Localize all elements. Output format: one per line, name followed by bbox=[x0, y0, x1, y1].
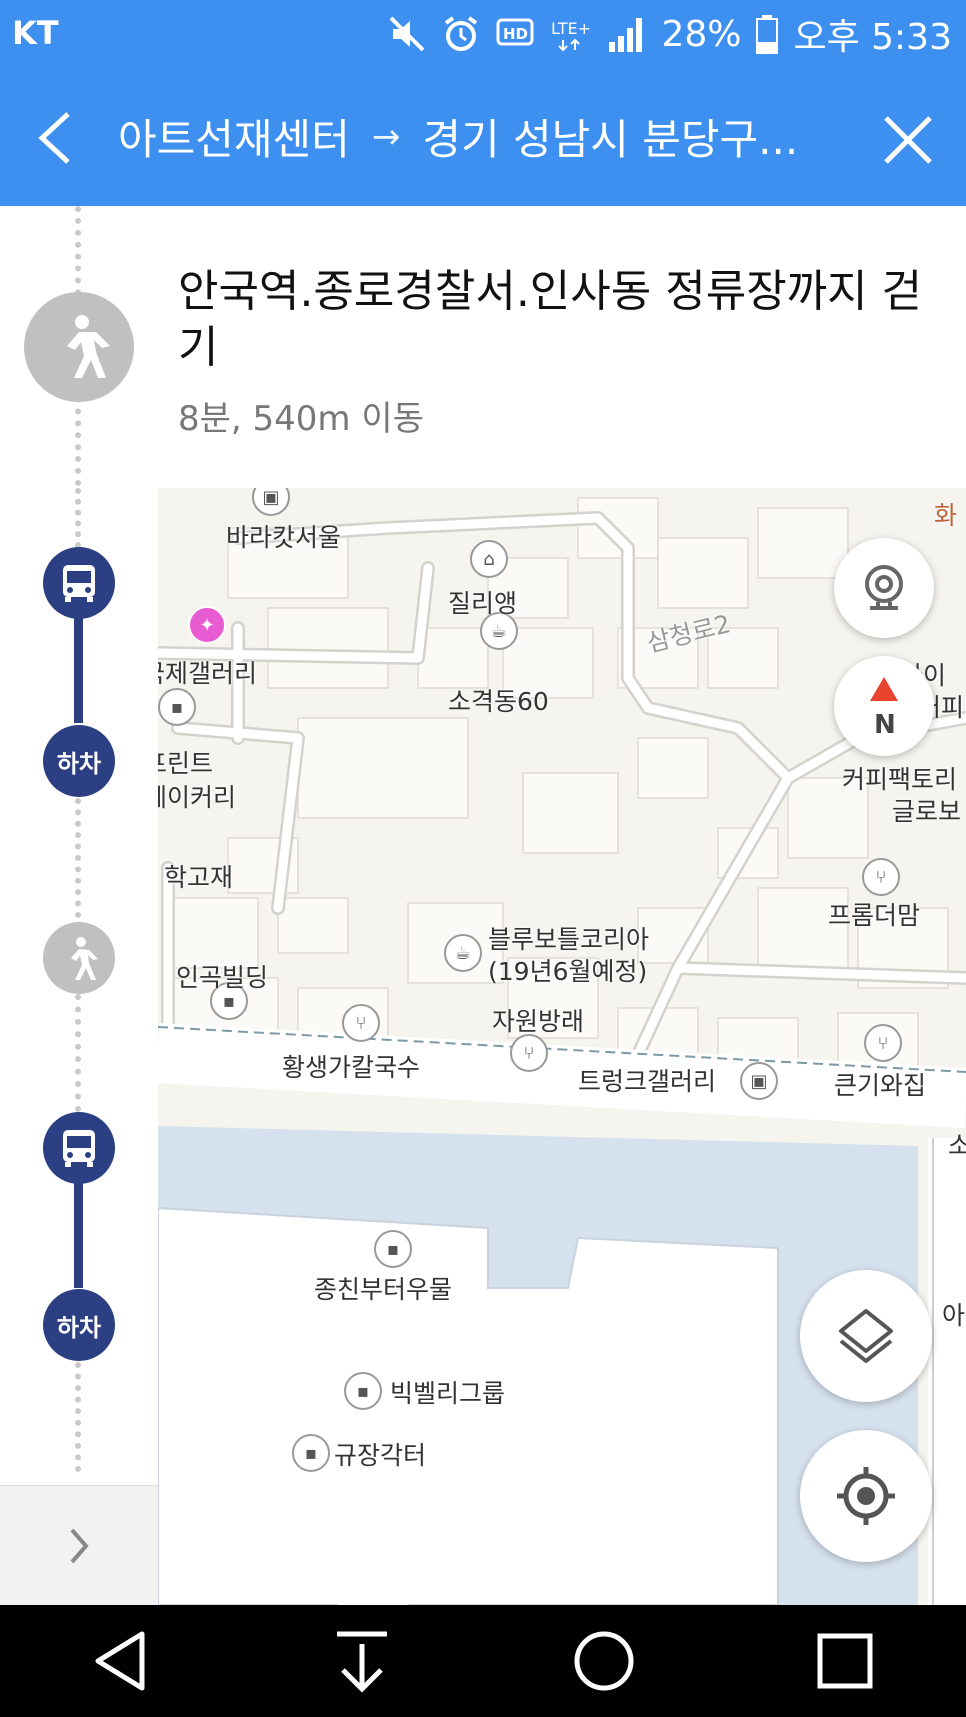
map-label: 프린트 bbox=[158, 749, 214, 778]
close-icon[interactable] bbox=[880, 112, 936, 168]
map-label: 자원방래 bbox=[492, 1007, 585, 1036]
route-summary[interactable]: 아트선재센터 → 경기 성남시 분당구... bbox=[118, 106, 818, 167]
layers-icon bbox=[839, 1309, 893, 1363]
system-nav-bar bbox=[0, 1605, 966, 1717]
status-bar: KT HD LTE+ 28% 오후 5:33 bbox=[0, 0, 966, 68]
map-label: 인곡빌딩 bbox=[176, 963, 269, 992]
place-poi-icon[interactable]: ▪ bbox=[374, 1230, 412, 1268]
alarm-icon bbox=[445, 16, 478, 51]
restaurant-poi-icon[interactable]: ⑂ bbox=[864, 1024, 902, 1062]
map-label: 황생가칼국수 bbox=[282, 1053, 421, 1082]
cafe-poi-icon[interactable]: ☕ bbox=[444, 934, 482, 972]
alight-badge[interactable]: 하차 bbox=[43, 725, 115, 797]
expand-panel-button[interactable] bbox=[0, 1485, 158, 1606]
map-view[interactable]: ▣ ⌂ ✦ ☕ ▪ ☕ ▪ ⑂ ⑂ ▣ ⑂ ⑂ ▪ ▪ ▪ 바라캇서울 질리앵 … bbox=[158, 488, 966, 1605]
nav-recents-button[interactable] bbox=[795, 1621, 895, 1701]
walk-step-icon bbox=[24, 292, 134, 402]
carrier-label: KT bbox=[12, 14, 59, 52]
place-poi-icon[interactable]: ▪ bbox=[158, 688, 196, 726]
walk-step-icon[interactable] bbox=[43, 922, 115, 994]
place-poi-icon[interactable]: ▪ bbox=[344, 1372, 382, 1410]
bus-step-icon[interactable] bbox=[43, 547, 115, 619]
my-location-button[interactable] bbox=[800, 1430, 932, 1562]
map-label: 규장각터 bbox=[334, 1441, 427, 1470]
bus-icon bbox=[63, 1130, 95, 1167]
restaurant-poi-icon[interactable]: ⑂ bbox=[342, 1004, 380, 1042]
nav-back-button[interactable] bbox=[71, 1621, 171, 1701]
map-label: 프롬더맘 bbox=[828, 901, 921, 930]
route-arrow: → bbox=[371, 116, 401, 157]
museum-poi-icon[interactable]: ⌂ bbox=[470, 540, 508, 578]
map-label: 학고재 bbox=[164, 863, 234, 892]
map-label: 질리앵 bbox=[448, 589, 518, 618]
cctv-button[interactable] bbox=[834, 538, 934, 638]
chevron-right-icon bbox=[70, 1528, 89, 1564]
compass-button[interactable]: N bbox=[834, 656, 934, 756]
home-circle-icon bbox=[574, 1631, 634, 1691]
map-label: 아 bbox=[942, 1301, 966, 1330]
back-arrow-icon[interactable] bbox=[30, 108, 80, 168]
restaurant-poi-icon[interactable]: ⑂ bbox=[510, 1034, 548, 1072]
gallery-poi-icon[interactable]: ▣ bbox=[740, 1062, 778, 1100]
route-header: 아트선재센터 → 경기 성남시 분당구... bbox=[0, 68, 966, 206]
nav-notification-button[interactable] bbox=[312, 1621, 412, 1701]
alight-badge[interactable]: 하차 bbox=[43, 1289, 115, 1361]
map-label: 소격동60 bbox=[448, 687, 549, 716]
timeline-dotted-line bbox=[75, 1362, 81, 1472]
svg-text:LTE+: LTE+ bbox=[551, 19, 591, 38]
walking-person-icon bbox=[67, 315, 110, 378]
map-label: 빅벨리그룹 bbox=[390, 1379, 506, 1408]
map-label: 국제갤러리 bbox=[158, 659, 258, 688]
signal-icon bbox=[609, 18, 643, 52]
timeline-rail: 하차 하차 bbox=[0, 488, 158, 1605]
recents-square-icon bbox=[817, 1633, 873, 1689]
map-label: 큰기와집 bbox=[834, 1071, 927, 1100]
step-title: 안국역.종로경찰서.인사동 정류장까지 걷기 bbox=[178, 266, 923, 373]
map-label: 베이커리 bbox=[158, 783, 237, 812]
map-label: 소 bbox=[948, 1131, 966, 1160]
clock: 오후 5:33 bbox=[793, 17, 952, 58]
walk-step-card: 안국역.종로경찰서.인사동 정류장까지 걷기 8분, 540m 이동 bbox=[0, 206, 966, 498]
restaurant-poi-icon[interactable]: ⑂ bbox=[862, 858, 900, 896]
place-poi-icon[interactable]: ▪ bbox=[292, 1434, 330, 1472]
map-label: 커피팩토리 bbox=[842, 765, 958, 794]
battery-percent: 28% bbox=[661, 13, 742, 55]
route-origin: 아트선재센터 bbox=[118, 115, 350, 164]
route-destination: 경기 성남시 분당구... bbox=[422, 115, 799, 164]
map-label: 글로보 bbox=[892, 797, 962, 826]
map-label: 바라캇서울 bbox=[226, 523, 342, 552]
svg-text:N: N bbox=[874, 710, 896, 740]
mute-icon bbox=[390, 16, 425, 52]
map-label: 화 bbox=[934, 501, 958, 530]
nav-home-button[interactable] bbox=[554, 1621, 654, 1701]
featured-star-icon[interactable]: ✦ bbox=[188, 606, 226, 644]
timeline-dotted-line bbox=[75, 994, 81, 1112]
compass-north-icon: N bbox=[870, 677, 898, 740]
walking-person-icon bbox=[71, 937, 98, 980]
hd-icon: HD bbox=[496, 18, 534, 46]
svg-text:HD: HD bbox=[503, 25, 528, 43]
timeline-dotted-line bbox=[75, 798, 81, 918]
bus-step-icon[interactable] bbox=[43, 1112, 115, 1184]
download-arrow-icon bbox=[337, 1631, 388, 1693]
timeline-dotted-line bbox=[75, 488, 81, 548]
map-layers-button[interactable] bbox=[800, 1270, 932, 1402]
lte-icon: LTE+ bbox=[551, 19, 591, 52]
bus-icon bbox=[63, 565, 95, 602]
map-label: 종친부터우물 bbox=[314, 1275, 453, 1304]
map-label: (19년6월예정) bbox=[488, 957, 648, 986]
nav-back-icon bbox=[95, 1631, 145, 1691]
status-icons: HD LTE+ 28% 오후 5:33 bbox=[387, 10, 952, 58]
battery-icon bbox=[756, 15, 779, 54]
cctv-icon bbox=[865, 565, 903, 610]
map-label: 트렁크갤러리 bbox=[578, 1067, 717, 1096]
map-label: 블루보틀코리아 bbox=[488, 925, 650, 954]
step-subtitle: 8분, 540m 이동 bbox=[178, 399, 424, 439]
my-location-icon bbox=[837, 1467, 895, 1525]
